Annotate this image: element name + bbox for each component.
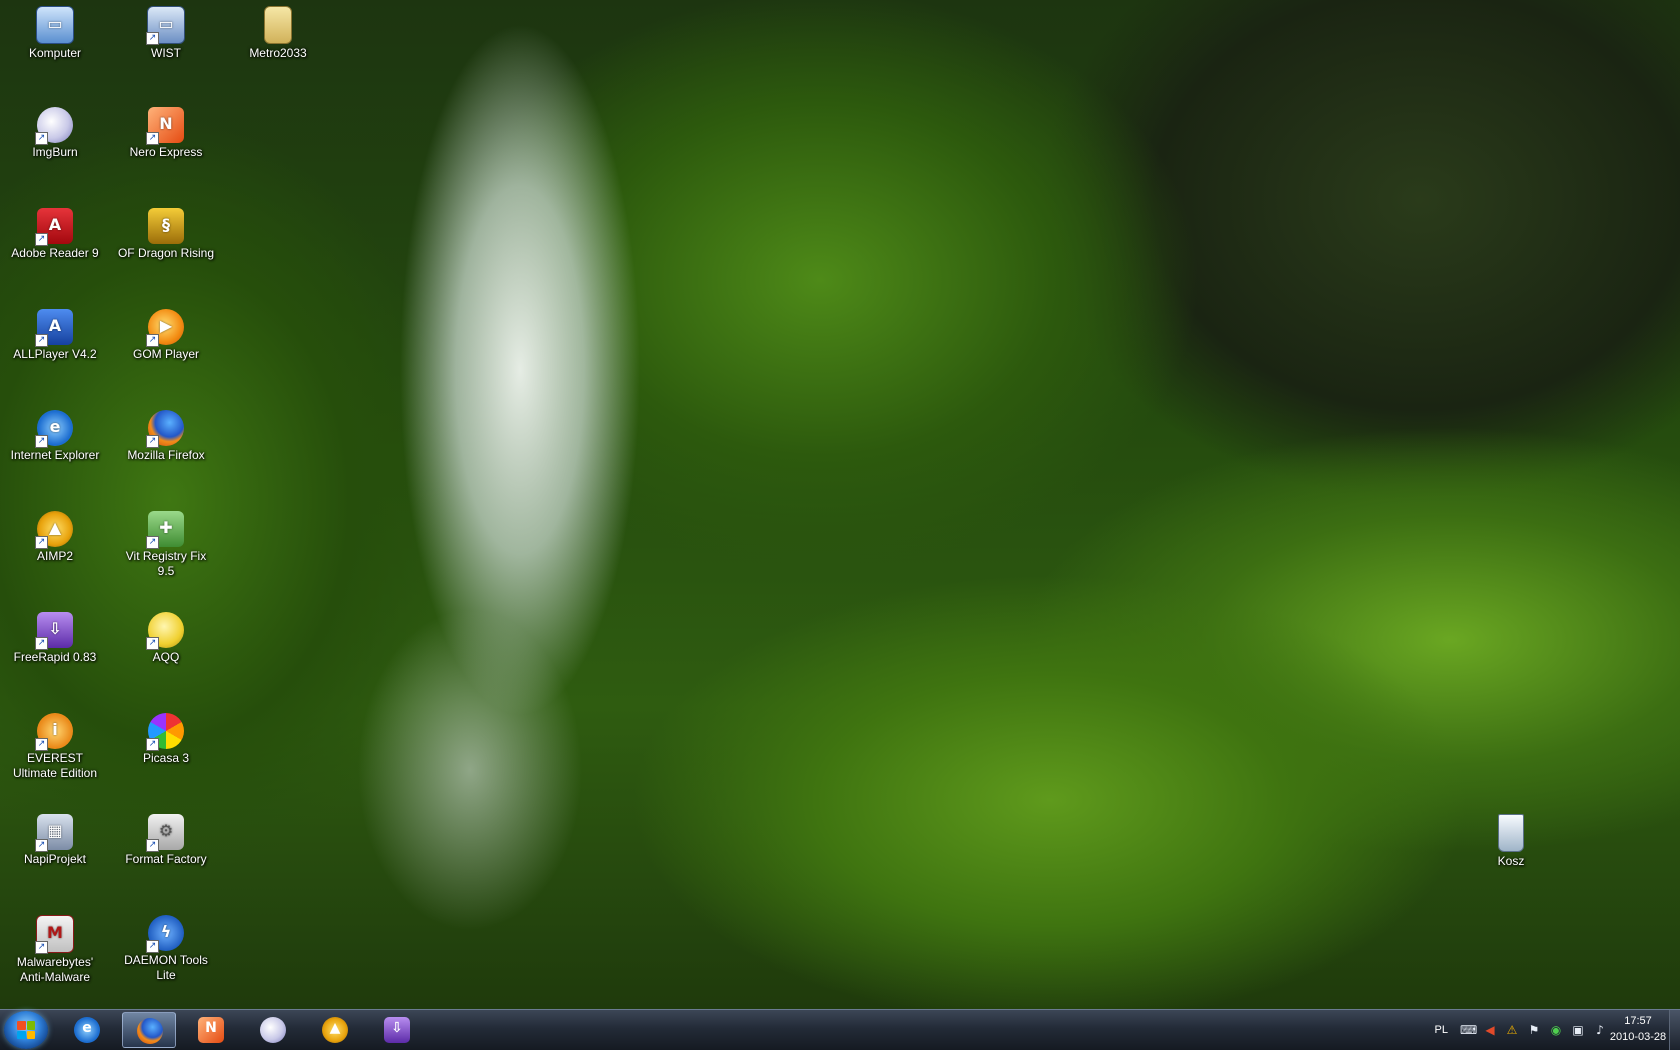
desktop-icon-nero-express[interactable]: N ↗ Nero Express [116,107,216,160]
icon-label: Mozilla Firefox [127,448,205,462]
icon-label: Kosz [1497,854,1525,868]
desktop-icon-wist[interactable]: ▭ ↗ WIST [116,6,216,61]
icon-label: GOM Player [132,347,199,361]
aimp-icon: ▲ ↗ [35,511,73,549]
disc-burner-icon: ↗ [35,107,73,145]
icon-label: Malwarebytes' Anti-Malware [16,955,94,984]
desktop-wallpaper[interactable]: ▭ Komputer ↗ ImgBurn A ↗ Adobe Reader 9 A… [0,0,1680,1009]
icon-label: Internet Explorer [10,448,100,462]
icon-label: Nero Express [129,145,203,159]
format-factory-icon: ⚙ ↗ [146,814,184,852]
network-icon[interactable]: ▣ [1570,1022,1586,1038]
registry-icon: ✚ ↗ [146,511,184,549]
ie-icon: e [74,1017,100,1043]
folder-icon [264,6,292,44]
gom-icon: ▶ ↗ [146,309,184,347]
desktop-icon-daemon-tools[interactable]: ϟ ↗ DAEMON Tools Lite [116,915,216,983]
desktop-icon-adobe-reader[interactable]: A ↗ Adobe Reader 9 [5,208,105,261]
desktop-icon-internet-explorer[interactable]: e ↗ Internet Explorer [5,410,105,463]
icon-label: Metro2033 [249,46,307,60]
icon-label: FreeRapid 0.83 [13,650,97,664]
icon-label: Format Factory [125,852,207,866]
lightbulb-icon: ↗ [146,612,184,650]
desktop-icon-napiprojekt[interactable]: ▦ ↗ NapiProjekt [5,814,105,867]
icon-label: Komputer [28,46,82,60]
flag-icon[interactable]: ⚑ [1526,1022,1542,1038]
recycle-bin-icon [1498,814,1524,852]
system-tray: PL ⌨ ◀ ⚠ ⚑ ◉ ▣ ♪ [1435,1010,1608,1050]
desktop-icon-komputer[interactable]: ▭ Komputer [5,6,105,61]
language-indicator[interactable]: PL [1435,1024,1448,1036]
network-computer-icon: ▭ ↗ [146,6,185,45]
desktop-icon-picasa[interactable]: ↗ Picasa 3 [116,713,216,766]
desktop-icon-metro2033[interactable]: Metro2033 [228,6,328,61]
imgburn-icon [260,1017,286,1043]
icon-label: Picasa 3 [142,751,190,765]
picasa-icon: ↗ [146,713,184,751]
start-button[interactable] [4,1011,48,1049]
taskbar: e N ▲ ⇩ PL ⌨ ◀ ⚠ ⚑ ◉ ▣ ♪ 17:57 2010-03-2… [0,1009,1680,1050]
desktop-icon-of-dragon-rising[interactable]: § OF Dragon Rising [116,208,216,261]
taskbar-button-imgburn[interactable] [246,1012,300,1048]
dragon-icon: § [148,208,184,244]
windows-logo-icon [17,1021,35,1039]
nero-icon: N ↗ [146,107,184,145]
taskbar-button-nero[interactable]: N [184,1012,238,1048]
antivirus-icon[interactable]: ◉ [1548,1022,1564,1038]
download-icon: ⇩ ↗ [35,612,73,650]
desktop-icon-aimp2[interactable]: ▲ ↗ AIMP2 [5,511,105,564]
update-icon[interactable]: ⚠ [1504,1022,1520,1038]
desktop-icon-recycle-bin[interactable]: Kosz [1461,814,1561,869]
icon-label: AIMP2 [36,549,73,563]
desktop-icon-malwarebytes[interactable]: M ↗ Malwarebytes' Anti-Malware [5,915,105,985]
icon-label: AQQ [152,650,180,664]
desktop-icon-vit-registry-fix[interactable]: ✚ ↗ Vit Registry Fix 9.5 [116,511,216,579]
allplayer-icon: A ↗ [35,309,73,347]
desktop-icon-imgburn[interactable]: ↗ ImgBurn [5,107,105,160]
icon-label: Vit Registry Fix 9.5 [125,549,207,578]
taskbar-button-internet-explorer[interactable]: e [60,1012,114,1048]
taskbar-button-aimp[interactable]: ▲ [308,1012,362,1048]
clapperboard-icon: ▦ ↗ [35,814,73,852]
clock[interactable]: 17:57 2010-03-28 [1608,1013,1668,1045]
clock-date: 2010-03-28 [1609,1031,1667,1043]
icon-label: OF Dragon Rising [117,246,215,260]
icon-label: ALLPlayer V4.2 [13,347,97,361]
keyboard-icon[interactable]: ⌨ [1460,1022,1477,1038]
pdf-icon: A ↗ [35,208,73,246]
firefox-icon: ↗ [146,410,184,448]
malwarebytes-icon: M ↗ [35,915,74,954]
volume-icon[interactable]: ♪ [1592,1022,1608,1038]
computer-icon: ▭ [36,6,74,44]
icon-label: EVEREST Ultimate Edition [12,751,98,780]
taskbar-button-freerapid[interactable]: ⇩ [370,1012,424,1048]
icon-label: NapiProjekt [23,852,87,866]
firefox-icon [137,1018,163,1044]
icon-label: Adobe Reader 9 [11,246,99,260]
aimp-icon: ▲ [322,1017,348,1043]
desktop-icon-everest[interactable]: i ↗ EVEREST Ultimate Edition [5,713,105,781]
desktop-icon-format-factory[interactable]: ⚙ ↗ Format Factory [116,814,216,867]
desktop-icon-allplayer[interactable]: A ↗ ALLPlayer V4.2 [5,309,105,362]
desktop-icon-gom-player[interactable]: ▶ ↗ GOM Player [116,309,216,362]
everest-icon: i ↗ [35,713,73,751]
icon-label: DAEMON Tools Lite [124,953,208,982]
speaker-alert-icon[interactable]: ◀ [1482,1022,1498,1038]
clock-time: 17:57 [1624,1015,1652,1027]
desktop-icon-mozilla-firefox[interactable]: ↗ Mozilla Firefox [116,410,216,463]
icon-label: ImgBurn [32,145,78,159]
desktop-icon-freerapid[interactable]: ⇩ ↗ FreeRapid 0.83 [5,612,105,665]
daemon-tools-icon: ϟ ↗ [146,915,184,953]
show-desktop-button[interactable] [1669,1010,1680,1050]
taskbar-button-firefox[interactable] [122,1012,176,1048]
desktop-icon-aqq[interactable]: ↗ AQQ [116,612,216,665]
ie-icon: e ↗ [35,410,73,448]
freerapid-icon: ⇩ [384,1017,410,1043]
icon-label: WIST [151,46,181,60]
nero-icon: N [198,1017,224,1043]
